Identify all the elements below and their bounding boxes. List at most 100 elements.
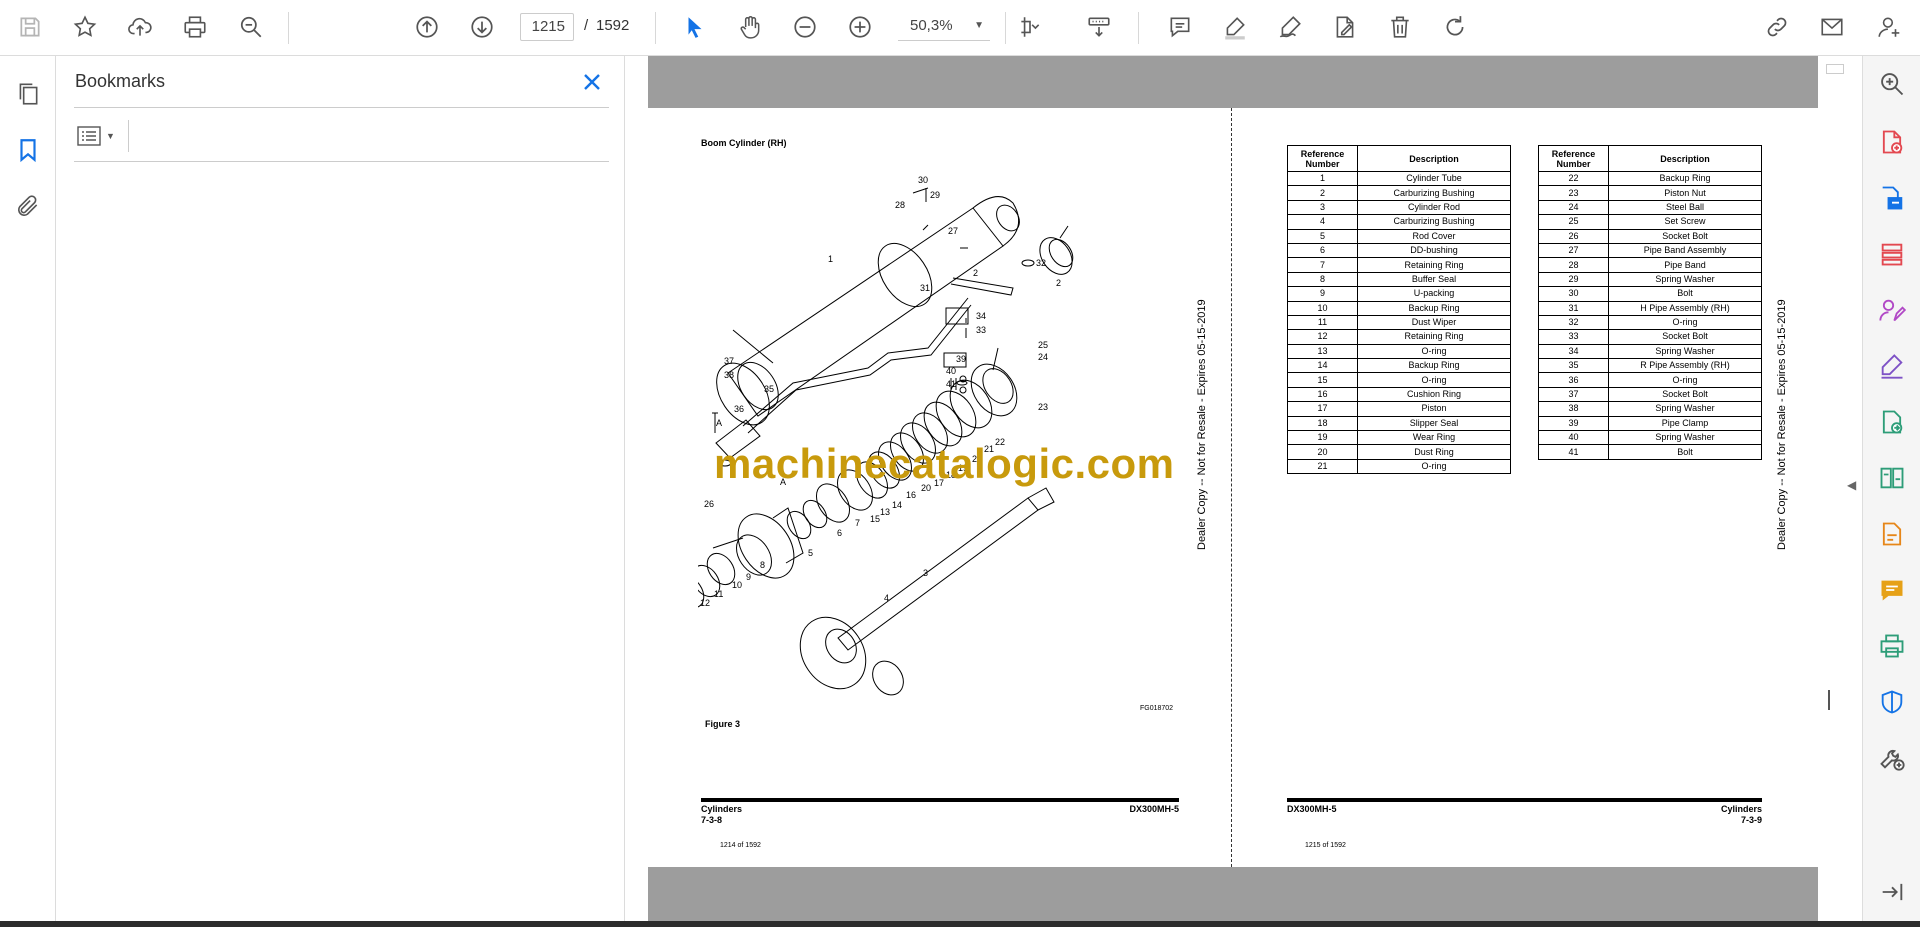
export-doc-icon[interactable]	[1876, 406, 1908, 438]
create-pdf-icon[interactable]	[1876, 126, 1908, 158]
select-arrow-icon[interactable]	[678, 10, 712, 44]
zoom-in-icon[interactable]	[843, 10, 877, 44]
bookmarks-icon[interactable]	[12, 134, 44, 166]
diagram-label: 5	[808, 548, 813, 558]
protect-icon[interactable]	[1876, 686, 1908, 718]
bookmark-options-button[interactable]: ▼	[76, 122, 126, 150]
description-cell: Pipe Band Assembly	[1608, 242, 1762, 259]
description-cell: O-ring	[1608, 372, 1762, 388]
reference-number-cell: 17	[1287, 401, 1358, 417]
description-cell: U-packing	[1357, 286, 1511, 302]
print-production-icon[interactable]	[1876, 630, 1908, 662]
fit-page-icon[interactable]	[1013, 10, 1047, 44]
chevron-down-icon: ▼	[974, 20, 984, 31]
reference-number-cell: 36	[1538, 372, 1609, 388]
diagram-label: 13	[880, 507, 890, 517]
highlight-pen-icon[interactable]	[1218, 10, 1252, 44]
expand-panel-icon[interactable]	[1876, 876, 1908, 908]
attachments-icon[interactable]	[12, 190, 44, 222]
table-row: 24 Steel Ball	[1538, 199, 1762, 216]
table-row: 15 O-ring	[1287, 372, 1511, 388]
prev-page-icon[interactable]	[410, 10, 444, 44]
description-cell: R Pipe Assembly (RH)	[1608, 358, 1762, 374]
footer-rule	[701, 798, 1179, 802]
table-row: 13 O-ring	[1287, 343, 1511, 360]
scroll-mode-icon[interactable]	[1082, 10, 1116, 44]
table-row: 7 Retaining Ring	[1287, 257, 1511, 273]
chevron-down-icon: ▼	[106, 131, 115, 141]
diagram-label: 33	[976, 325, 986, 335]
diagram-label: 23	[1038, 402, 1048, 412]
table-row: 8 Buffer Seal	[1287, 271, 1511, 288]
watermark: machinecatalogic.com	[714, 440, 1175, 487]
description-cell: Dust Ring	[1357, 444, 1511, 460]
description-cell: O-ring	[1357, 372, 1511, 388]
description-cell: H Pipe Assembly (RH)	[1608, 300, 1762, 316]
reference-number-cell: 37	[1538, 386, 1609, 403]
table-row: 31 H Pipe Assembly (RH)	[1538, 300, 1762, 316]
bookmark-star-icon[interactable]	[68, 10, 102, 44]
fill-sign-icon[interactable]	[1876, 294, 1908, 326]
left-navigation-rail	[0, 56, 56, 921]
search-zoom-icon[interactable]	[234, 10, 268, 44]
diagram-label: 25	[1038, 340, 1048, 350]
description-cell: Buffer Seal	[1357, 271, 1511, 288]
description-cell: DD-bushing	[1357, 242, 1511, 259]
page-thumbnails-icon[interactable]	[12, 78, 44, 110]
collapse-right-panel-icon[interactable]: ◀	[1847, 478, 1856, 492]
save-icon[interactable]	[13, 10, 47, 44]
search-zoom-icon[interactable]	[1876, 68, 1908, 100]
diagram-label: 12	[700, 598, 710, 608]
diagram-label: 15	[870, 514, 880, 524]
zoom-select[interactable]: 50,3% ▼	[898, 13, 990, 41]
email-icon[interactable]	[1815, 10, 1849, 44]
description-cell: Bolt	[1608, 444, 1762, 460]
description-cell: Spring Washer	[1608, 401, 1762, 417]
close-icon[interactable]	[578, 68, 606, 96]
description-cell: Piston	[1357, 401, 1511, 417]
scrollbar-thumb[interactable]	[1826, 64, 1844, 74]
print-icon[interactable]	[178, 10, 212, 44]
description-cell: Bolt	[1608, 286, 1762, 302]
diagram-label: 11	[714, 589, 723, 599]
vertical-scrollbar[interactable]	[1826, 56, 1862, 921]
comment-icon[interactable]	[1876, 574, 1908, 606]
reference-number-cell: 21	[1287, 458, 1358, 475]
next-page-icon[interactable]	[465, 10, 499, 44]
reference-number-cell: 24	[1538, 199, 1609, 216]
reference-number-cell: 27	[1538, 242, 1609, 259]
share-link-icon[interactable]	[1760, 10, 1794, 44]
diagram-label: 30	[918, 175, 928, 185]
user-add-icon[interactable]	[1872, 10, 1906, 44]
organize-pages-icon[interactable]	[1876, 238, 1908, 270]
divider	[128, 120, 129, 152]
panel-title: Bookmarks	[75, 71, 166, 91]
export-pdf-icon[interactable]	[1876, 182, 1908, 214]
edit-pdf-icon[interactable]	[1876, 518, 1908, 550]
column-header-desc: Description	[1357, 145, 1511, 172]
more-tools-icon[interactable]	[1876, 742, 1908, 774]
edit-page-icon[interactable]	[1328, 10, 1362, 44]
rotate-icon[interactable]	[1438, 10, 1472, 44]
table-row: 1 Cylinder Tube	[1287, 170, 1511, 187]
zoom-out-icon[interactable]	[788, 10, 822, 44]
delete-icon[interactable]	[1383, 10, 1417, 44]
footer-page-label: 7-3-8	[701, 815, 723, 825]
scroll-position-marker	[1828, 690, 1830, 710]
page-total: 1592	[596, 17, 630, 34]
table-row: 23 Piston Nut	[1538, 185, 1762, 201]
footer-section-title: Cylinders 7-3-8	[701, 804, 742, 826]
compare-icon[interactable]	[1876, 462, 1908, 494]
reference-number-cell: 4	[1287, 214, 1358, 230]
description-cell: Backup Ring	[1357, 300, 1511, 316]
table-row: 19 Wear Ring	[1287, 430, 1511, 446]
upload-cloud-icon[interactable]	[123, 10, 157, 44]
draw-icon[interactable]	[1273, 10, 1307, 44]
table-row: 34 Spring Washer	[1538, 343, 1762, 360]
description-cell: Piston Nut	[1608, 185, 1762, 201]
request-signature-icon[interactable]	[1876, 350, 1908, 382]
comment-icon[interactable]	[1163, 10, 1197, 44]
hand-icon[interactable]	[733, 10, 767, 44]
table-row: 36 O-ring	[1538, 372, 1762, 388]
page-number-input[interactable]: 1215	[520, 13, 574, 41]
